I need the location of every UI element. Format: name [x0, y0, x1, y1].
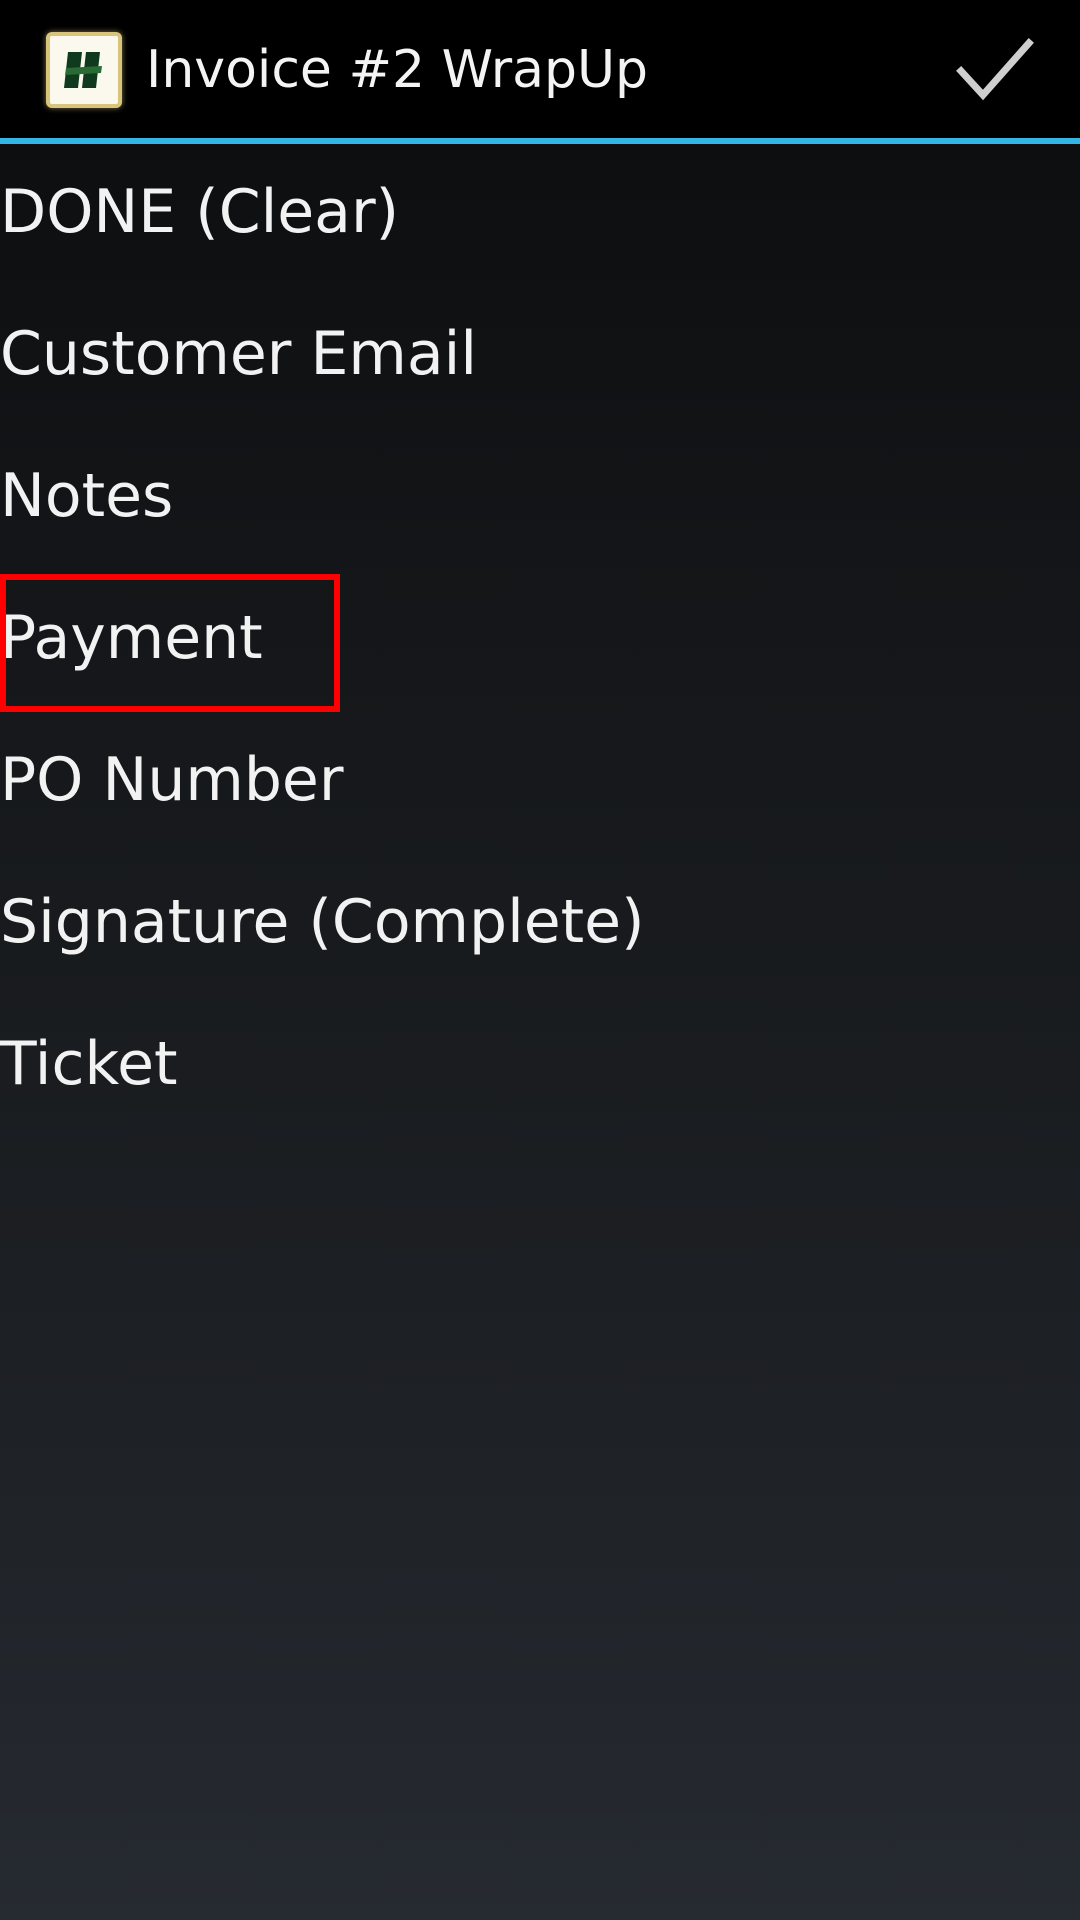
- list-item-notes[interactable]: Notes: [0, 428, 1080, 570]
- list-item-label: PO Number: [0, 745, 344, 815]
- confirm-button[interactable]: [950, 30, 1040, 110]
- list-item-done-clear[interactable]: DONE (Clear): [0, 144, 1080, 286]
- list-item-label: Notes: [0, 461, 174, 531]
- list-item-signature[interactable]: Signature (Complete): [0, 854, 1080, 996]
- list-item-po-number[interactable]: PO Number: [0, 712, 1080, 854]
- list-item-label: Ticket: [0, 1029, 178, 1099]
- app-logo-icon[interactable]: [46, 32, 122, 108]
- page-title: Invoice #2 WrapUp: [146, 40, 649, 100]
- list-item-label: DONE (Clear): [0, 177, 400, 247]
- list-item-label: Signature (Complete): [0, 887, 645, 957]
- action-bar: Invoice #2 WrapUp: [0, 0, 1080, 140]
- list-item-payment[interactable]: Payment: [0, 570, 1080, 712]
- list-item-label: Payment: [0, 603, 263, 673]
- checkmark-icon: [956, 38, 1034, 101]
- list-item-customer-email[interactable]: Customer Email: [0, 286, 1080, 428]
- list-item-label: Customer Email: [0, 319, 477, 389]
- wrapup-options-list: DONE (Clear) Customer Email Notes Paymen…: [0, 144, 1080, 1138]
- list-item-ticket[interactable]: Ticket: [0, 996, 1080, 1138]
